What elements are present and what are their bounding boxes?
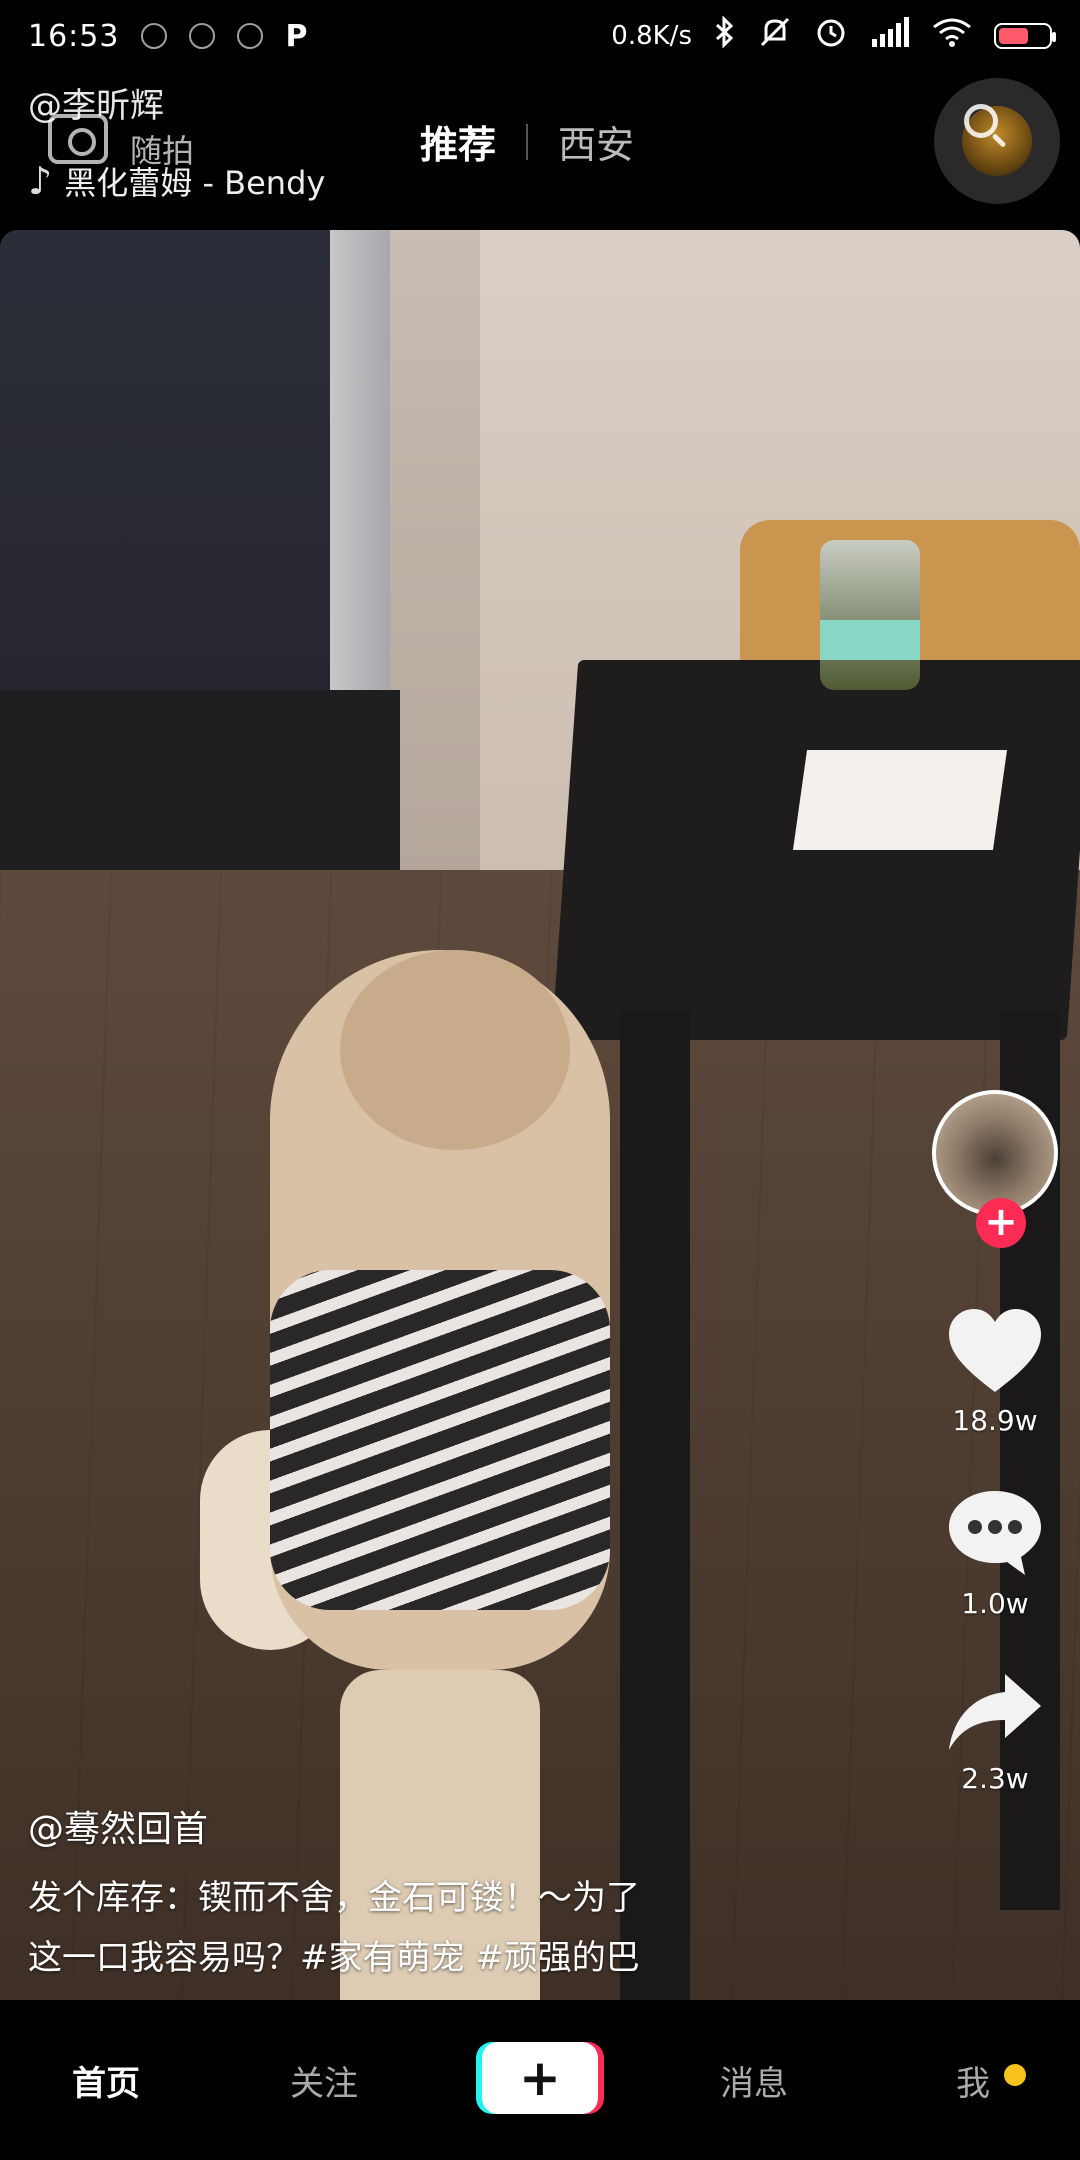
status-right: 0.8K/s	[611, 15, 1056, 57]
scene-pug-face	[340, 950, 570, 1150]
create-button[interactable]: +	[482, 2042, 598, 2114]
share-icon[interactable]	[945, 1670, 1045, 1754]
status-time: 16:53	[28, 18, 120, 54]
scene-door	[0, 230, 330, 690]
search-button[interactable]	[934, 78, 1060, 204]
top-header: @李昕辉 随拍 ♪ 黑化蕾姆 - Bendy 推荐 西安	[0, 72, 1080, 230]
caption-username[interactable]: @蓦然回首	[28, 1800, 208, 1852]
follow-button[interactable]: +	[976, 1198, 1026, 1248]
music-title: 黑化蕾姆 - Bendy	[64, 164, 326, 202]
battery-level	[999, 28, 1028, 44]
status-bar: 16:53 P 0.8K/s	[0, 0, 1080, 72]
tab-recommend[interactable]: 推荐	[420, 114, 496, 169]
bluetooth-icon	[714, 15, 736, 56]
tab-xian[interactable]: 西安	[558, 114, 634, 169]
nav-follow[interactable]: 关注	[290, 2056, 358, 2105]
mute-icon	[758, 15, 792, 57]
caption-text: 发个库存：锲而不舍，金石可镂！～为了 这一口我容易吗？#家有萌宠 #顽强的巴	[28, 1878, 640, 1978]
scene-mat	[0, 690, 400, 890]
heart-icon[interactable]	[945, 1306, 1045, 1396]
camera-icon[interactable]	[48, 114, 108, 164]
app-icon-1	[141, 23, 168, 49]
creator-avatar[interactable]: +	[932, 1090, 1058, 1248]
alarm-icon	[814, 15, 848, 57]
video-player[interactable]	[0, 230, 1080, 2000]
nav-me[interactable]: 我	[956, 2056, 990, 2105]
scene-food-box	[792, 750, 1008, 850]
status-left: 16:53 P	[28, 19, 307, 54]
signal-icon	[870, 17, 910, 55]
music-note-icon: ♪	[28, 159, 53, 203]
battery-icon	[994, 23, 1056, 49]
net-speed: 0.8K/s	[611, 21, 692, 51]
bottom-nav: 首页 关注 + 消息 我	[0, 2000, 1080, 2160]
scene-wall-left	[390, 230, 480, 960]
feed-tabs: 推荐 西安	[420, 114, 634, 169]
scene-table	[551, 660, 1080, 1040]
nav-home[interactable]: 首页	[72, 2056, 140, 2105]
app-icon-2	[189, 23, 216, 49]
comment-icon[interactable]	[945, 1487, 1045, 1579]
like-count: 18.9w	[952, 1404, 1038, 1437]
comment-count: 1.0w	[961, 1587, 1029, 1620]
p-app-icon: P	[285, 18, 308, 54]
scene-jar	[820, 540, 920, 690]
tab-divider	[526, 123, 529, 160]
music-info[interactable]: ♪ 黑化蕾姆 - Bendy	[28, 158, 325, 204]
scene-doorframe	[330, 230, 390, 730]
action-column: + 18.9w 1.0w 2.3w	[925, 1090, 1065, 1795]
nav-messages[interactable]: 消息	[720, 2056, 788, 2105]
scene-pug-shirt	[270, 1270, 610, 1610]
app-icon-3	[237, 23, 264, 49]
scene-jar-band	[820, 620, 920, 660]
notification-dot	[1004, 2064, 1026, 2086]
comment-action[interactable]: 1.0w	[945, 1487, 1045, 1620]
search-icon	[964, 104, 998, 138]
share-action[interactable]: 2.3w	[945, 1670, 1045, 1795]
share-count: 2.3w	[961, 1762, 1029, 1795]
like-action[interactable]: 18.9w	[945, 1306, 1045, 1437]
wifi-icon	[932, 17, 972, 55]
scene-table-leg	[620, 1010, 690, 2000]
